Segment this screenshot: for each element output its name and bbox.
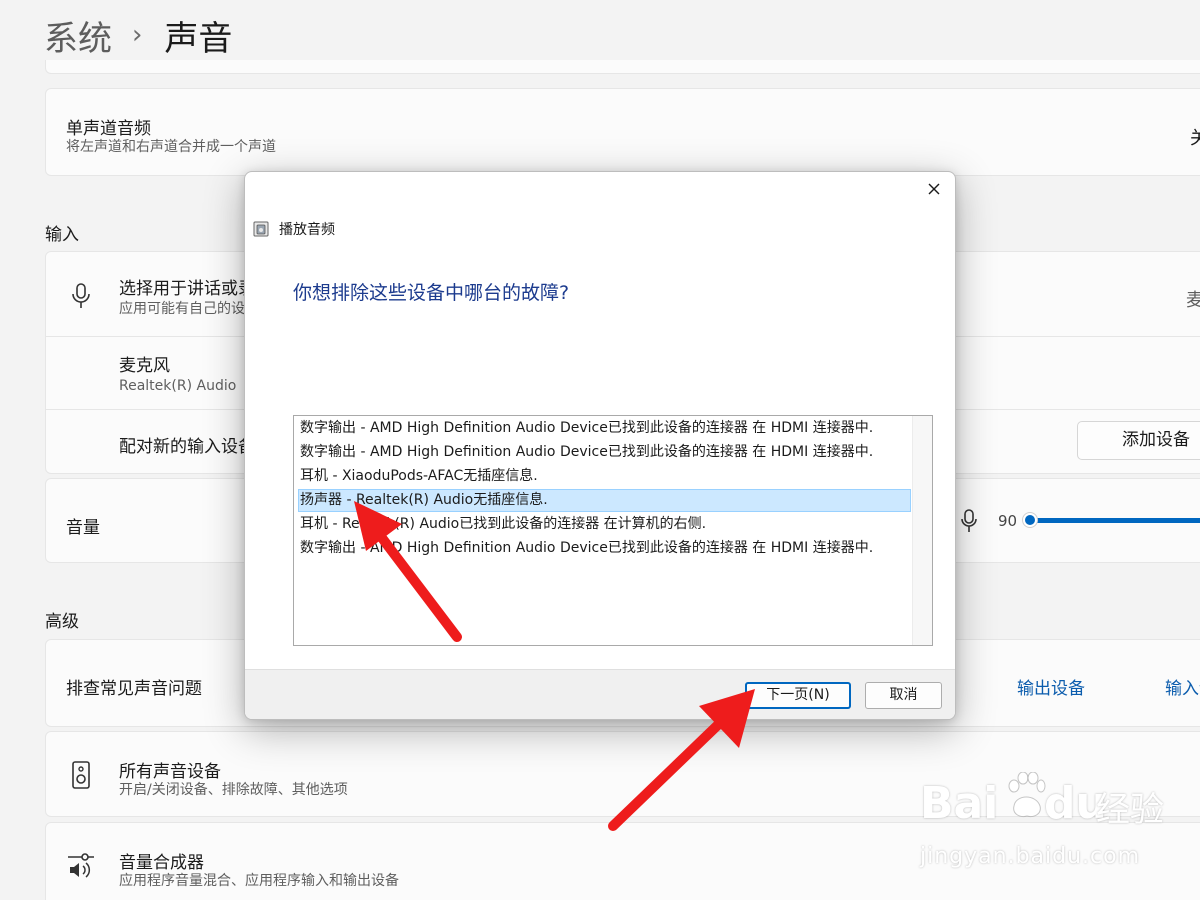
device-listbox[interactable]: 数字输出 - AMD High Definition Audio Device已…	[293, 415, 933, 646]
volume-slider-thumb[interactable]	[1023, 513, 1037, 527]
device-list-item[interactable]: 数字输出 - AMD High Definition Audio Device已…	[298, 417, 911, 440]
volume-label: 音量	[66, 518, 100, 538]
breadcrumb-parent[interactable]: 系统	[44, 11, 112, 60]
mono-audio-toggle-state[interactable]: 关	[1190, 124, 1200, 150]
microphone-name: 麦克风	[119, 356, 170, 376]
device-list-item-selected[interactable]: 扬声器 - Realtek(R) Audio无插座信息.	[298, 489, 911, 512]
volume-mixer-subtitle: 应用程序音量混合、应用程序输入和输出设备	[119, 873, 399, 889]
device-list-item[interactable]: 耳机 - XiaoduPods-AFAC无插座信息.	[298, 465, 911, 488]
troubleshoot-input-link[interactable]: 输入设备	[1165, 674, 1200, 699]
cancel-button[interactable]: 取消	[865, 682, 942, 709]
add-device-button[interactable]: 添加设备	[1077, 421, 1200, 460]
breadcrumb: 系统 › 声音	[44, 11, 233, 60]
watermark-bai: Bai	[920, 778, 999, 829]
list-scrollbar[interactable]	[912, 416, 932, 645]
advanced-section-label: 高级	[45, 612, 79, 632]
speaker-icon	[72, 761, 90, 789]
watermark-url: jingyan.baidu.com	[920, 844, 1141, 869]
dialog-heading: 你想排除这些设备中哪台的故障?	[293, 282, 570, 304]
troubleshoot-output-link[interactable]: 输出设备	[1017, 674, 1085, 699]
volume-microphone-icon	[961, 509, 977, 532]
device-list-item[interactable]: 数字输出 - AMD High Definition Audio Device已…	[298, 537, 911, 560]
volume-mixer-icon	[68, 853, 94, 878]
troubleshoot-title: 排查常见声音问题	[66, 679, 202, 699]
volume-value: 90	[998, 512, 1018, 530]
next-button[interactable]: 下一页(N)	[745, 682, 851, 709]
input-device-value[interactable]: 麦克风	[1186, 286, 1200, 312]
input-section-label: 输入	[45, 225, 79, 245]
troubleshooter-dialog: 播放音频 你想排除这些设备中哪台的故障? 数字输出 - AMD High Def…	[244, 171, 956, 720]
all-devices-subtitle: 开启/关闭设备、排除故障、其他选项	[119, 782, 348, 798]
microphone-driver: Realtek(R) Audio	[119, 378, 237, 394]
close-icon[interactable]	[923, 178, 945, 200]
microphone-icon	[72, 283, 90, 308]
audio-troubleshooter-icon	[253, 221, 269, 237]
volume-slider-track[interactable]	[1026, 518, 1200, 523]
page-title: 声音	[164, 18, 233, 59]
input-device-subtitle: 应用可能有自己的设置	[119, 301, 259, 317]
previous-setting-card	[45, 60, 1200, 74]
paw-logo-icon	[1008, 772, 1046, 817]
watermark-jingyan: 经验	[1096, 790, 1164, 830]
breadcrumb-separator-icon: ›	[132, 20, 143, 50]
device-list-item[interactable]: 耳机 - Realtek(R) Audio已找到此设备的连接器 在计算机的右侧.	[298, 513, 911, 536]
device-list-item[interactable]: 数字输出 - AMD High Definition Audio Device已…	[298, 441, 911, 464]
baidu-jingyan-watermark: Bai du 经验 jingyan.baidu.com	[920, 764, 1164, 884]
dialog-title: 播放音频	[279, 222, 335, 238]
mono-audio-subtitle: 将左声道和右声道合并成一个声道	[66, 139, 276, 155]
mono-audio-card[interactable]	[45, 88, 1200, 176]
pair-input-title: 配对新的输入设备	[119, 437, 255, 457]
dialog-title-bar: 播放音频	[253, 219, 335, 239]
